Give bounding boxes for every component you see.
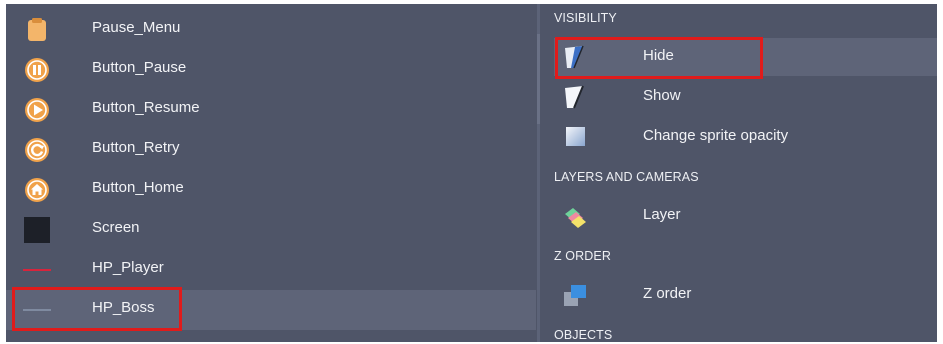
action-z-order[interactable]: Z order: [554, 276, 937, 314]
object-label: Button_Retry: [92, 139, 180, 156]
object-label: Button_Resume: [92, 99, 200, 116]
objects-list: Pause_Menu Button_Pause Button_Resume Bu…: [6, 4, 536, 342]
scrollbar-thumb[interactable]: [537, 34, 540, 124]
section-objects: OBJECTS: [554, 328, 613, 342]
home-icon: [23, 176, 51, 204]
object-item-button-home[interactable]: Button_Home: [6, 170, 536, 210]
action-label: Z order: [643, 285, 692, 302]
object-label: Pause_Menu: [92, 19, 181, 36]
play-icon: [23, 96, 51, 124]
action-label: Change sprite opacity: [643, 127, 789, 144]
red-line-icon: [23, 256, 51, 284]
clipboard-icon: [23, 16, 51, 44]
object-label: Button_Home: [92, 179, 184, 196]
object-item-hp-player[interactable]: HP_Player: [6, 250, 536, 290]
action-show[interactable]: Show: [554, 78, 937, 116]
object-item-screen[interactable]: Screen: [6, 210, 536, 250]
section-z-order: Z ORDER: [554, 249, 611, 263]
pause-icon: [23, 56, 51, 84]
show-icon: [562, 84, 588, 110]
object-item-button-resume[interactable]: Button_Resume: [6, 90, 536, 130]
action-change-sprite-opacity[interactable]: Change sprite opacity: [554, 118, 937, 156]
events-editor-panel: Pause_Menu Button_Pause Button_Resume Bu…: [6, 4, 937, 342]
black-square-icon: [23, 216, 51, 244]
action-label: Show: [643, 87, 681, 104]
object-item-pause-menu[interactable]: Pause_Menu: [6, 10, 536, 50]
action-layer[interactable]: Layer: [554, 197, 937, 235]
section-layers-and-cameras: LAYERS AND CAMERAS: [554, 170, 699, 184]
actions-list: VISIBILITY Hide Show Change sprite opaci…: [544, 4, 937, 342]
hide-highlight: [555, 37, 763, 79]
z-order-icon: [562, 282, 588, 308]
object-label: Button_Pause: [92, 59, 187, 76]
hp-boss-highlight: [12, 287, 182, 331]
layers-icon: [562, 203, 588, 229]
retry-icon: [23, 136, 51, 164]
object-label: HP_Player: [92, 259, 164, 276]
object-label: Screen: [92, 219, 140, 236]
opacity-icon: [562, 124, 588, 150]
object-item-button-pause[interactable]: Button_Pause: [6, 50, 536, 90]
object-item-button-retry[interactable]: Button_Retry: [6, 130, 536, 170]
action-label: Layer: [643, 206, 681, 223]
section-visibility: VISIBILITY: [554, 11, 617, 25]
